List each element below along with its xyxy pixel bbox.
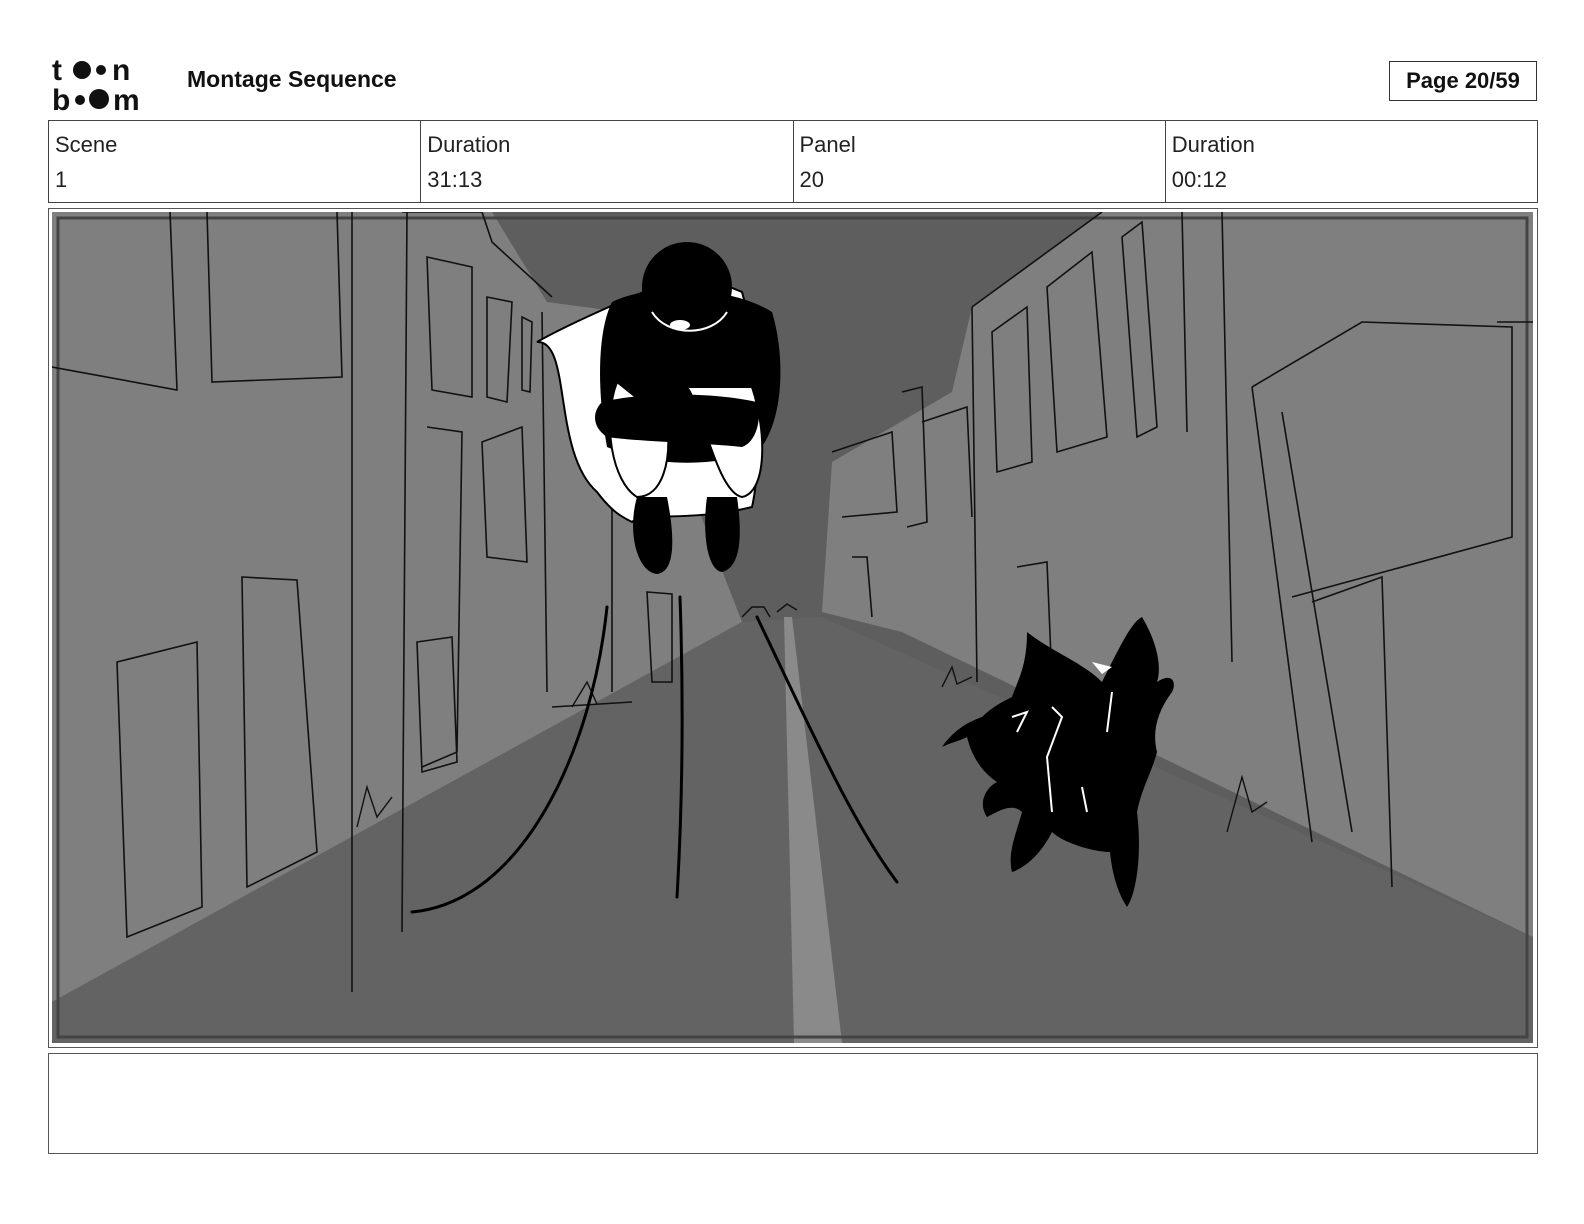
svg-text:b: b (52, 84, 70, 112)
panel-duration-label: Duration (1171, 132, 1255, 157)
toonboom-logo: t n b m (52, 54, 140, 112)
panel-notes-box[interactable] (48, 1053, 1538, 1154)
scene-duration-label: Duration (427, 132, 511, 157)
panel-duration-value: 00:12 (1171, 167, 1227, 192)
scene-value: 1 (55, 167, 68, 192)
scene-duration-cell: Duration 31:13 (421, 121, 794, 202)
page-indicator: Page 20/59 (1389, 61, 1537, 101)
svg-text:n: n (112, 54, 130, 87)
scene-duration-value: 31:13 (427, 167, 483, 192)
svg-text:t: t (52, 54, 62, 87)
panel-cell: Panel 20 (794, 121, 1166, 202)
svg-text:m: m (113, 84, 140, 112)
figure-head (642, 242, 732, 332)
scene-label: Scene (55, 132, 118, 157)
panel-value: 20 (799, 167, 824, 192)
panel-duration-cell: Duration 00:12 (1166, 121, 1537, 202)
storyboard-panel (48, 208, 1538, 1048)
document-title: Montage Sequence (187, 66, 397, 92)
panel-label: Panel (799, 132, 856, 157)
panel-info-table: Scene 1 Duration 31:13 Panel 20 Duration… (48, 120, 1538, 203)
panel-drawing (52, 212, 1533, 1043)
scene-cell: Scene 1 (49, 121, 422, 202)
